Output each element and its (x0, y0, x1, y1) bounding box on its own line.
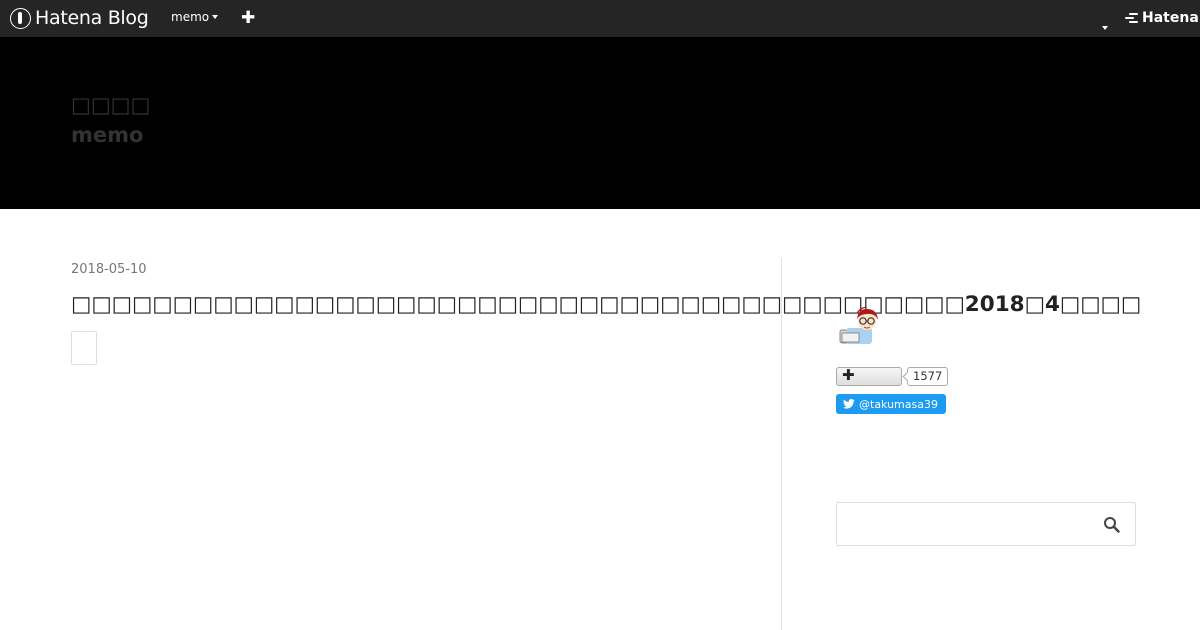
brand-label: Hatena (1142, 10, 1199, 26)
hatena-brand-link[interactable]: Hatena (1125, 10, 1199, 26)
twitter-bird-icon (843, 399, 855, 409)
blog-title-line-1: □□□□ (71, 93, 151, 117)
twitter-handle: @takumasa39 (859, 397, 938, 411)
user-menu-dropdown[interactable] (1099, 15, 1108, 34)
subscribe-widget: ✚ 1577 (836, 366, 949, 386)
hatena-blog-logo[interactable]: Hatena Blog (10, 6, 149, 30)
hatena-global-header: Hatena Blog memo ✚ Hatena (0, 0, 1200, 37)
subscribe-button[interactable]: ✚ (836, 366, 902, 386)
entry-content-placeholder (71, 331, 97, 365)
blog-title-link[interactable]: □□□□ memo (71, 90, 150, 150)
search-input[interactable] (837, 503, 1097, 545)
hatena-mark-icon (1125, 13, 1139, 23)
twitter-follow-button[interactable]: @takumasa39 (836, 394, 946, 414)
blog-title-line-2: memo (71, 123, 144, 147)
subscriber-count: 1577 (907, 367, 949, 386)
plus-icon: ✚ (842, 366, 855, 384)
chevron-down-icon (1102, 26, 1108, 30)
logo-text: Hatena Blog (35, 7, 149, 29)
profile-avatar[interactable] (838, 300, 886, 348)
search-form (836, 502, 1136, 546)
entry-title[interactable]: □□□□□□□□□□□□□□□□□□□□□□□□□□□□□□□□□□□□□□□□… (71, 290, 1141, 320)
blog-header: □□□□ memo (0, 37, 1200, 209)
search-icon[interactable] (1103, 516, 1121, 534)
column-divider (781, 258, 782, 630)
blog-menu-label: memo (171, 10, 210, 24)
add-entry-button[interactable]: ✚ (241, 8, 255, 28)
blog-menu-dropdown[interactable]: memo (171, 10, 219, 24)
hatena-pen-icon (10, 7, 31, 29)
entry-date[interactable]: 2018-05-10 (71, 262, 147, 277)
chevron-down-icon (212, 15, 219, 19)
